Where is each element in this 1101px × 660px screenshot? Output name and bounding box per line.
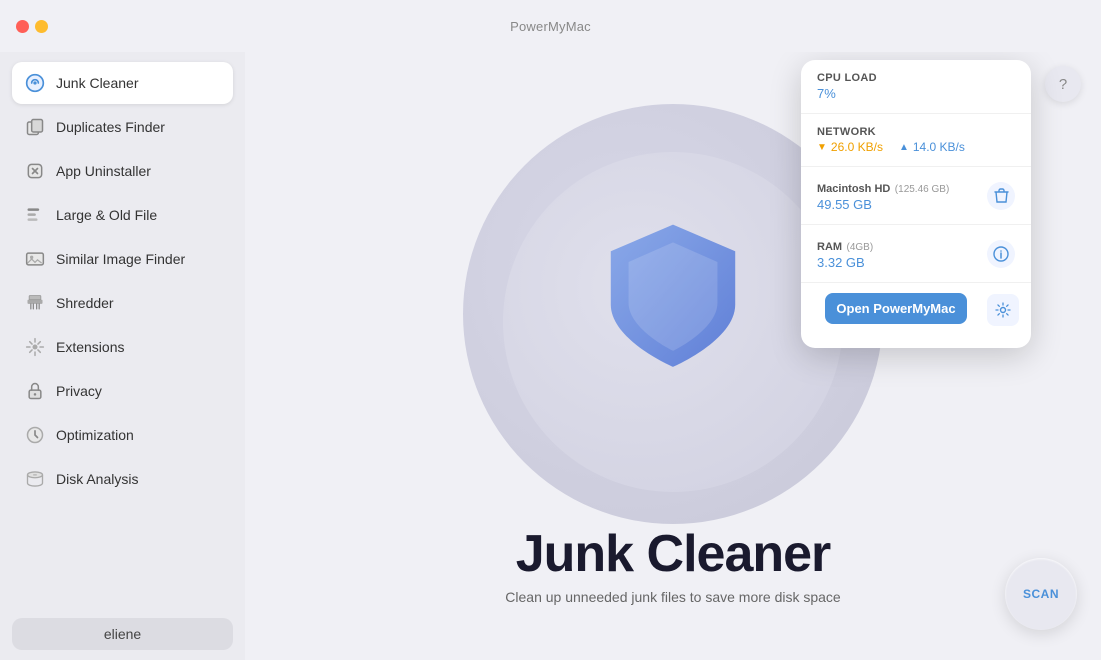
popup-network-section: Network ▼ 26.0 KB/s ▲ 14.0 KB/s (801, 114, 1031, 167)
scan-button[interactable]: SCAN (1005, 558, 1077, 630)
main-layout: Junk Cleaner Duplicates Finder App Unins… (0, 52, 1101, 660)
help-button[interactable]: ? (1045, 66, 1081, 102)
sidebar-label-app-uninstaller: App Uninstaller (56, 163, 151, 179)
app-uninstaller-icon (24, 160, 46, 182)
sidebar-item-duplicates-finder[interactable]: Duplicates Finder (12, 106, 233, 148)
junk-cleaner-icon (24, 72, 46, 94)
privacy-icon (24, 380, 46, 402)
username: eliene (104, 626, 141, 642)
disk-size: (125.46 GB) (895, 184, 949, 195)
upload-icon: ▲ (899, 142, 909, 153)
large-old-file-icon (24, 204, 46, 226)
ram-info-button[interactable] (987, 240, 1015, 268)
help-icon: ? (1059, 76, 1067, 93)
optimization-icon (24, 424, 46, 446)
sidebar-label-shredder: Shredder (56, 295, 114, 311)
sidebar-label-disk-analysis: Disk Analysis (56, 471, 138, 487)
disk-name: Macintosh HD (817, 183, 890, 195)
sidebar-item-similar-image-finder[interactable]: Similar Image Finder (12, 238, 233, 280)
sidebar-item-large-old-file[interactable]: Large & Old File (12, 194, 233, 236)
sidebar-label-large-old-file: Large & Old File (56, 207, 157, 223)
sidebar-item-junk-cleaner[interactable]: Junk Cleaner (12, 62, 233, 104)
shredder-icon (24, 292, 46, 314)
popup-cpu-section: CPU LOAD 7% (801, 60, 1031, 114)
ram-size: (4GB) (847, 242, 874, 253)
popup-disk-section: Macintosh HD (125.46 GB) 49.55 GB (801, 167, 1031, 225)
network-download: ▼ 26.0 KB/s (817, 140, 883, 154)
sidebar-label-extensions: Extensions (56, 339, 124, 355)
extensions-icon (24, 336, 46, 358)
sidebar-label-similar-image-finder: Similar Image Finder (56, 251, 185, 267)
disk-trash-button[interactable] (987, 182, 1015, 210)
popup-settings-button[interactable] (987, 294, 1019, 326)
open-powermymac-button[interactable]: Open PowerMyMac (825, 293, 967, 324)
download-value: 26.0 KB/s (831, 140, 883, 154)
page-subtitle: Clean up unneeded junk files to save mor… (245, 589, 1101, 605)
sidebar-item-privacy[interactable]: Privacy (12, 370, 233, 412)
ram-name-row: RAM (4GB) (817, 237, 873, 255)
scan-button-label: SCAN (1023, 587, 1059, 601)
sidebar-item-optimization[interactable]: Optimization (12, 414, 233, 456)
disk-value: 49.55 GB (817, 197, 949, 212)
sidebar-item-extensions[interactable]: Extensions (12, 326, 233, 368)
duplicates-finder-icon (24, 116, 46, 138)
network-label: Network (817, 126, 1015, 138)
popup-bottom-row: Open PowerMyMac (801, 283, 1031, 348)
close-button[interactable] (16, 20, 29, 33)
network-upload: ▲ 14.0 KB/s (899, 140, 965, 154)
sidebar-label-optimization: Optimization (56, 427, 134, 443)
sidebar-label-duplicates-finder: Duplicates Finder (56, 119, 165, 135)
ram-info: RAM (4GB) 3.32 GB (817, 237, 873, 270)
cpu-label: CPU LOAD (817, 72, 1015, 84)
system-popup: CPU LOAD 7% Network ▼ 26.0 KB/s ▲ 14.0 K… (801, 60, 1031, 348)
similar-image-finder-icon (24, 248, 46, 270)
popup-ram-section: RAM (4GB) 3.32 GB (801, 225, 1031, 283)
sidebar-item-shredder[interactable]: Shredder (12, 282, 233, 324)
shield-logo (593, 216, 753, 381)
ram-label: RAM (817, 241, 842, 253)
sidebar-item-disk-analysis[interactable]: Disk Analysis (12, 458, 233, 500)
sidebar-label-privacy: Privacy (56, 383, 102, 399)
bottom-text-area: Junk Cleaner Clean up unneeded junk file… (245, 526, 1101, 605)
traffic-lights (16, 20, 48, 33)
upload-value: 14.0 KB/s (913, 140, 965, 154)
network-values: ▼ 26.0 KB/s ▲ 14.0 KB/s (817, 140, 1015, 154)
disk-info: Macintosh HD (125.46 GB) 49.55 GB (817, 179, 949, 212)
disk-analysis-icon (24, 468, 46, 490)
download-icon: ▼ (817, 142, 827, 153)
sidebar: Junk Cleaner Duplicates Finder App Unins… (0, 52, 245, 660)
disk-name-row: Macintosh HD (125.46 GB) (817, 179, 949, 197)
cpu-value: 7% (817, 86, 1015, 101)
minimize-button[interactable] (35, 20, 48, 33)
user-profile[interactable]: eliene (12, 618, 233, 650)
page-title: Junk Cleaner (245, 526, 1101, 583)
sidebar-label-junk-cleaner: Junk Cleaner (56, 75, 139, 91)
sidebar-item-app-uninstaller[interactable]: App Uninstaller (12, 150, 233, 192)
app-title: PowerMyMac (510, 19, 591, 34)
titlebar: PowerMyMac (0, 0, 1101, 52)
content-area: Junk Cleaner Clean up unneeded junk file… (245, 52, 1101, 660)
ram-value: 3.32 GB (817, 255, 873, 270)
